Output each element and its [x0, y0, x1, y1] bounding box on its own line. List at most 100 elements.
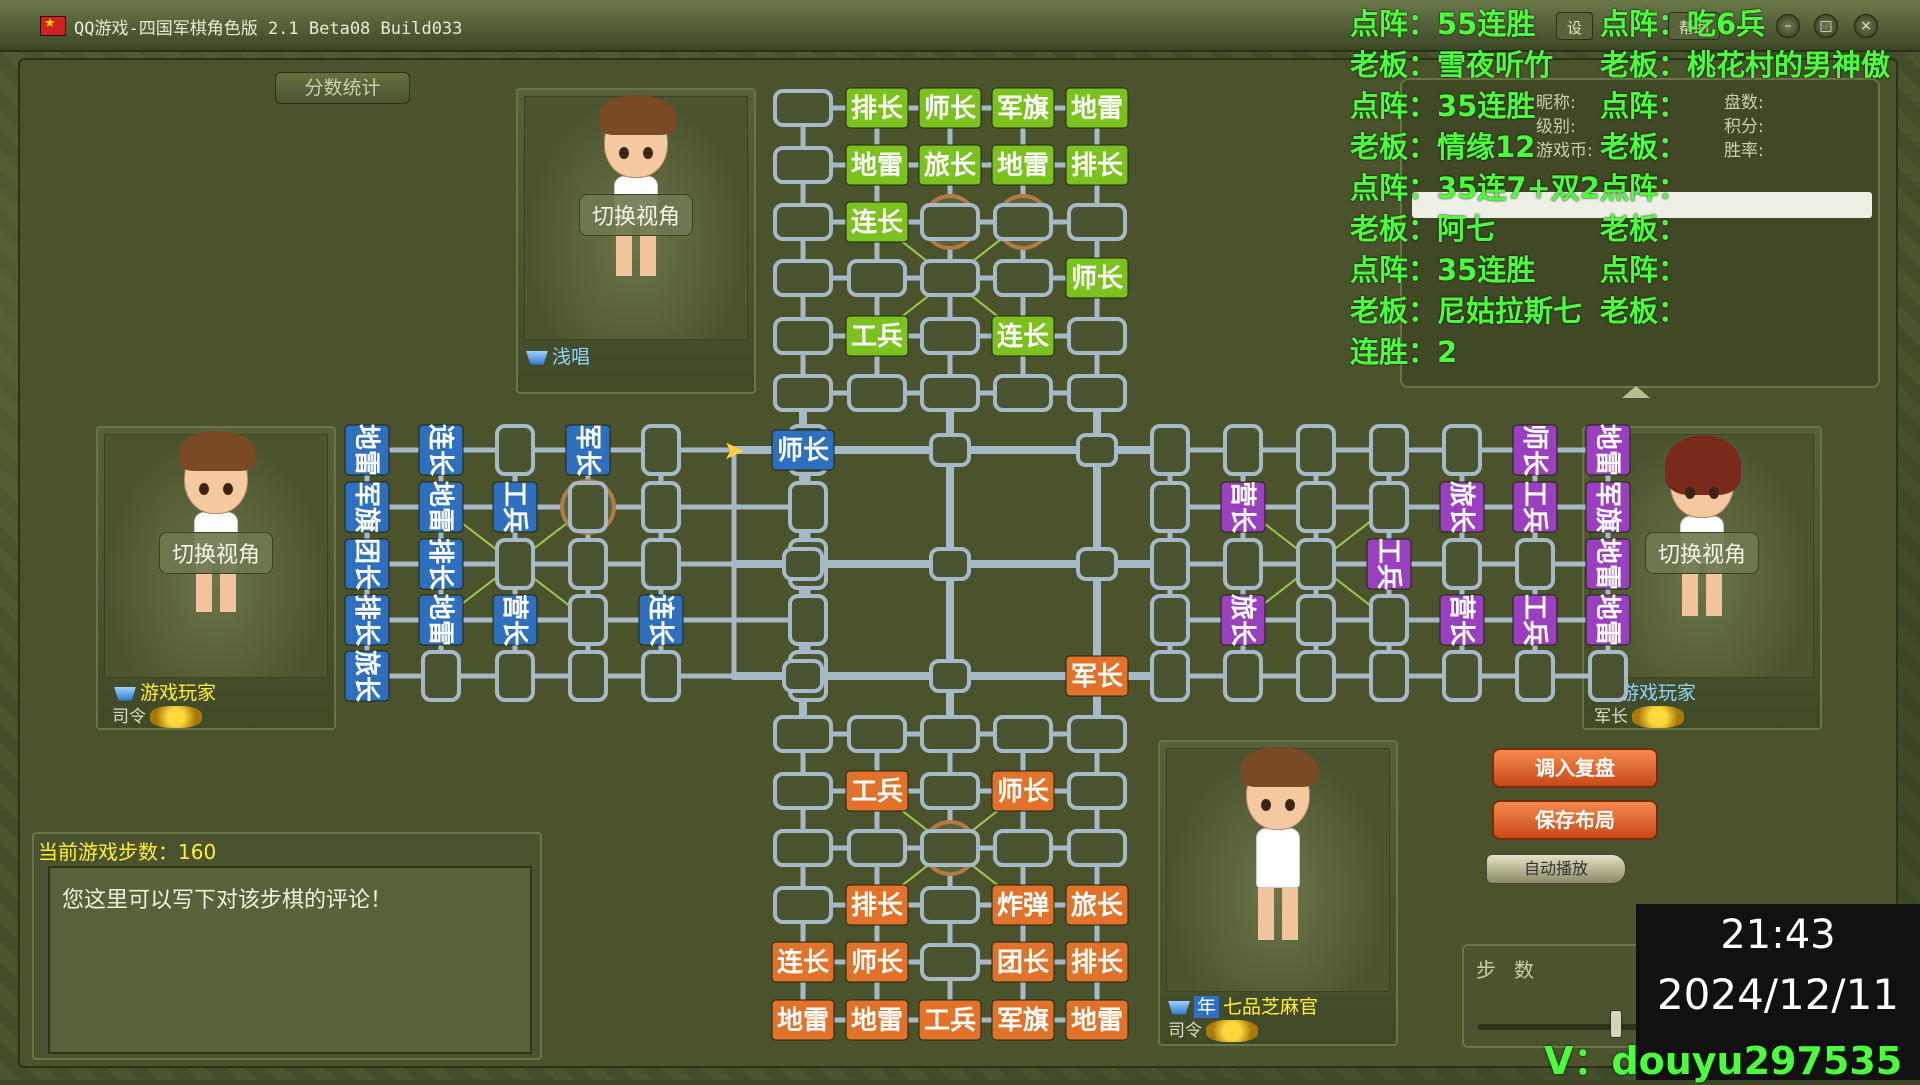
- board-node[interactable]: [773, 317, 833, 355]
- board-node[interactable]: [568, 594, 608, 646]
- piece-label: 地雷: [1071, 94, 1123, 124]
- overlay-row: 连胜：2: [1350, 332, 1920, 373]
- board-node[interactable]: [788, 594, 828, 646]
- game-window: QQ游戏-四国军棋角色版 2.1 Beta08 Build033 设 帮助 – …: [0, 0, 1920, 1083]
- board-node[interactable]: [773, 715, 833, 753]
- board-node[interactable]: [568, 481, 608, 533]
- piece-label: 工兵: [499, 481, 529, 533]
- board-node[interactable]: [920, 886, 980, 924]
- board-node[interactable]: [1076, 433, 1118, 467]
- overlay-cell: 老板：: [1600, 212, 1688, 246]
- board-node[interactable]: [920, 772, 980, 810]
- board-node[interactable]: [1515, 538, 1555, 590]
- board-node[interactable]: [1296, 538, 1336, 590]
- board-node[interactable]: [920, 943, 980, 981]
- board-node[interactable]: [847, 829, 907, 867]
- piece-label: 旅长: [351, 650, 381, 703]
- board-node[interactable]: [1067, 715, 1127, 753]
- board-node[interactable]: [773, 146, 833, 184]
- piece-label: 旅长: [1446, 481, 1476, 534]
- board-node[interactable]: [568, 538, 608, 590]
- piece-label: 地雷: [425, 594, 455, 646]
- board-node[interactable]: [929, 433, 971, 467]
- board-node[interactable]: [1067, 829, 1127, 867]
- board-node[interactable]: [929, 659, 971, 693]
- board-node[interactable]: [421, 650, 461, 702]
- board-node[interactable]: [641, 650, 681, 702]
- board-node[interactable]: [773, 259, 833, 297]
- board-node[interactable]: [847, 259, 907, 297]
- board-node[interactable]: [641, 424, 681, 476]
- board-node[interactable]: [641, 481, 681, 533]
- board-node[interactable]: [773, 374, 833, 412]
- piece-label: 师长: [924, 94, 977, 124]
- board-node[interactable]: [920, 715, 980, 753]
- board-node[interactable]: [773, 203, 833, 241]
- piece-label: 工兵: [1373, 538, 1403, 590]
- board-node[interactable]: [847, 374, 907, 412]
- board-node[interactable]: [495, 424, 535, 476]
- board-node[interactable]: [773, 829, 833, 867]
- board-node[interactable]: [641, 538, 681, 590]
- board-node[interactable]: [568, 650, 608, 702]
- board-node[interactable]: [929, 547, 971, 581]
- board-node[interactable]: [1223, 650, 1263, 702]
- piece-label: 地雷: [851, 1006, 903, 1036]
- board-node[interactable]: [1223, 424, 1263, 476]
- board-node[interactable]: [847, 715, 907, 753]
- overlay-cell: 老板：尼姑拉斯七: [1350, 294, 1583, 328]
- piece-label: 营长: [499, 594, 529, 647]
- board-node[interactable]: [993, 715, 1053, 753]
- board-node[interactable]: [1223, 538, 1263, 590]
- board-node[interactable]: [1067, 317, 1127, 355]
- board-node[interactable]: [1296, 481, 1336, 533]
- board-node[interactable]: [1369, 594, 1409, 646]
- board-node[interactable]: [1369, 424, 1409, 476]
- board-node[interactable]: [495, 650, 535, 702]
- board-node[interactable]: [1369, 481, 1409, 533]
- board-node[interactable]: [1150, 481, 1190, 533]
- overlay-cell: 老板：情缘12: [1350, 130, 1536, 164]
- board-node[interactable]: [788, 481, 828, 533]
- board-node[interactable]: [1296, 424, 1336, 476]
- board-node[interactable]: [1067, 374, 1127, 412]
- board-node[interactable]: [495, 538, 535, 590]
- board-node[interactable]: [773, 886, 833, 924]
- board-node[interactable]: [1150, 594, 1190, 646]
- piece-label: 工兵: [1519, 594, 1549, 646]
- board-node[interactable]: [782, 659, 824, 693]
- board-node[interactable]: [993, 259, 1053, 297]
- board-node[interactable]: [920, 317, 980, 355]
- overlay-cell: 点阵：: [1600, 253, 1688, 287]
- board-node[interactable]: [1442, 650, 1482, 702]
- board-node[interactable]: [993, 203, 1053, 241]
- overlay-cell: 点阵：: [1600, 89, 1688, 123]
- board-node[interactable]: [1369, 650, 1409, 702]
- board-node[interactable]: [773, 89, 833, 127]
- board-node[interactable]: [773, 772, 833, 810]
- board-node[interactable]: [920, 829, 980, 867]
- board-node[interactable]: [993, 829, 1053, 867]
- board-node[interactable]: [1296, 594, 1336, 646]
- piece-label: 地雷: [425, 481, 455, 533]
- board-node[interactable]: [920, 259, 980, 297]
- piece-label: 工兵: [924, 1006, 976, 1036]
- board-node[interactable]: [920, 203, 980, 241]
- overlay-cell: 连胜：2: [1350, 335, 1458, 369]
- board-node[interactable]: [1067, 772, 1127, 810]
- board-node[interactable]: [920, 374, 980, 412]
- board-node[interactable]: [1150, 538, 1190, 590]
- board-node[interactable]: [782, 547, 824, 581]
- board-node[interactable]: [1442, 538, 1482, 590]
- board-node[interactable]: [1588, 650, 1628, 702]
- board-node[interactable]: [1076, 547, 1118, 581]
- board-node[interactable]: [1296, 650, 1336, 702]
- board-node[interactable]: [1150, 650, 1190, 702]
- board-node[interactable]: [1442, 424, 1482, 476]
- board-node[interactable]: [1515, 650, 1555, 702]
- board-node[interactable]: [1150, 424, 1190, 476]
- board-node[interactable]: [1067, 203, 1127, 241]
- piece-label: 炸弹: [997, 891, 1049, 921]
- board-node[interactable]: [993, 374, 1053, 412]
- overlay-cell: 老板：雪夜听竹: [1350, 48, 1554, 82]
